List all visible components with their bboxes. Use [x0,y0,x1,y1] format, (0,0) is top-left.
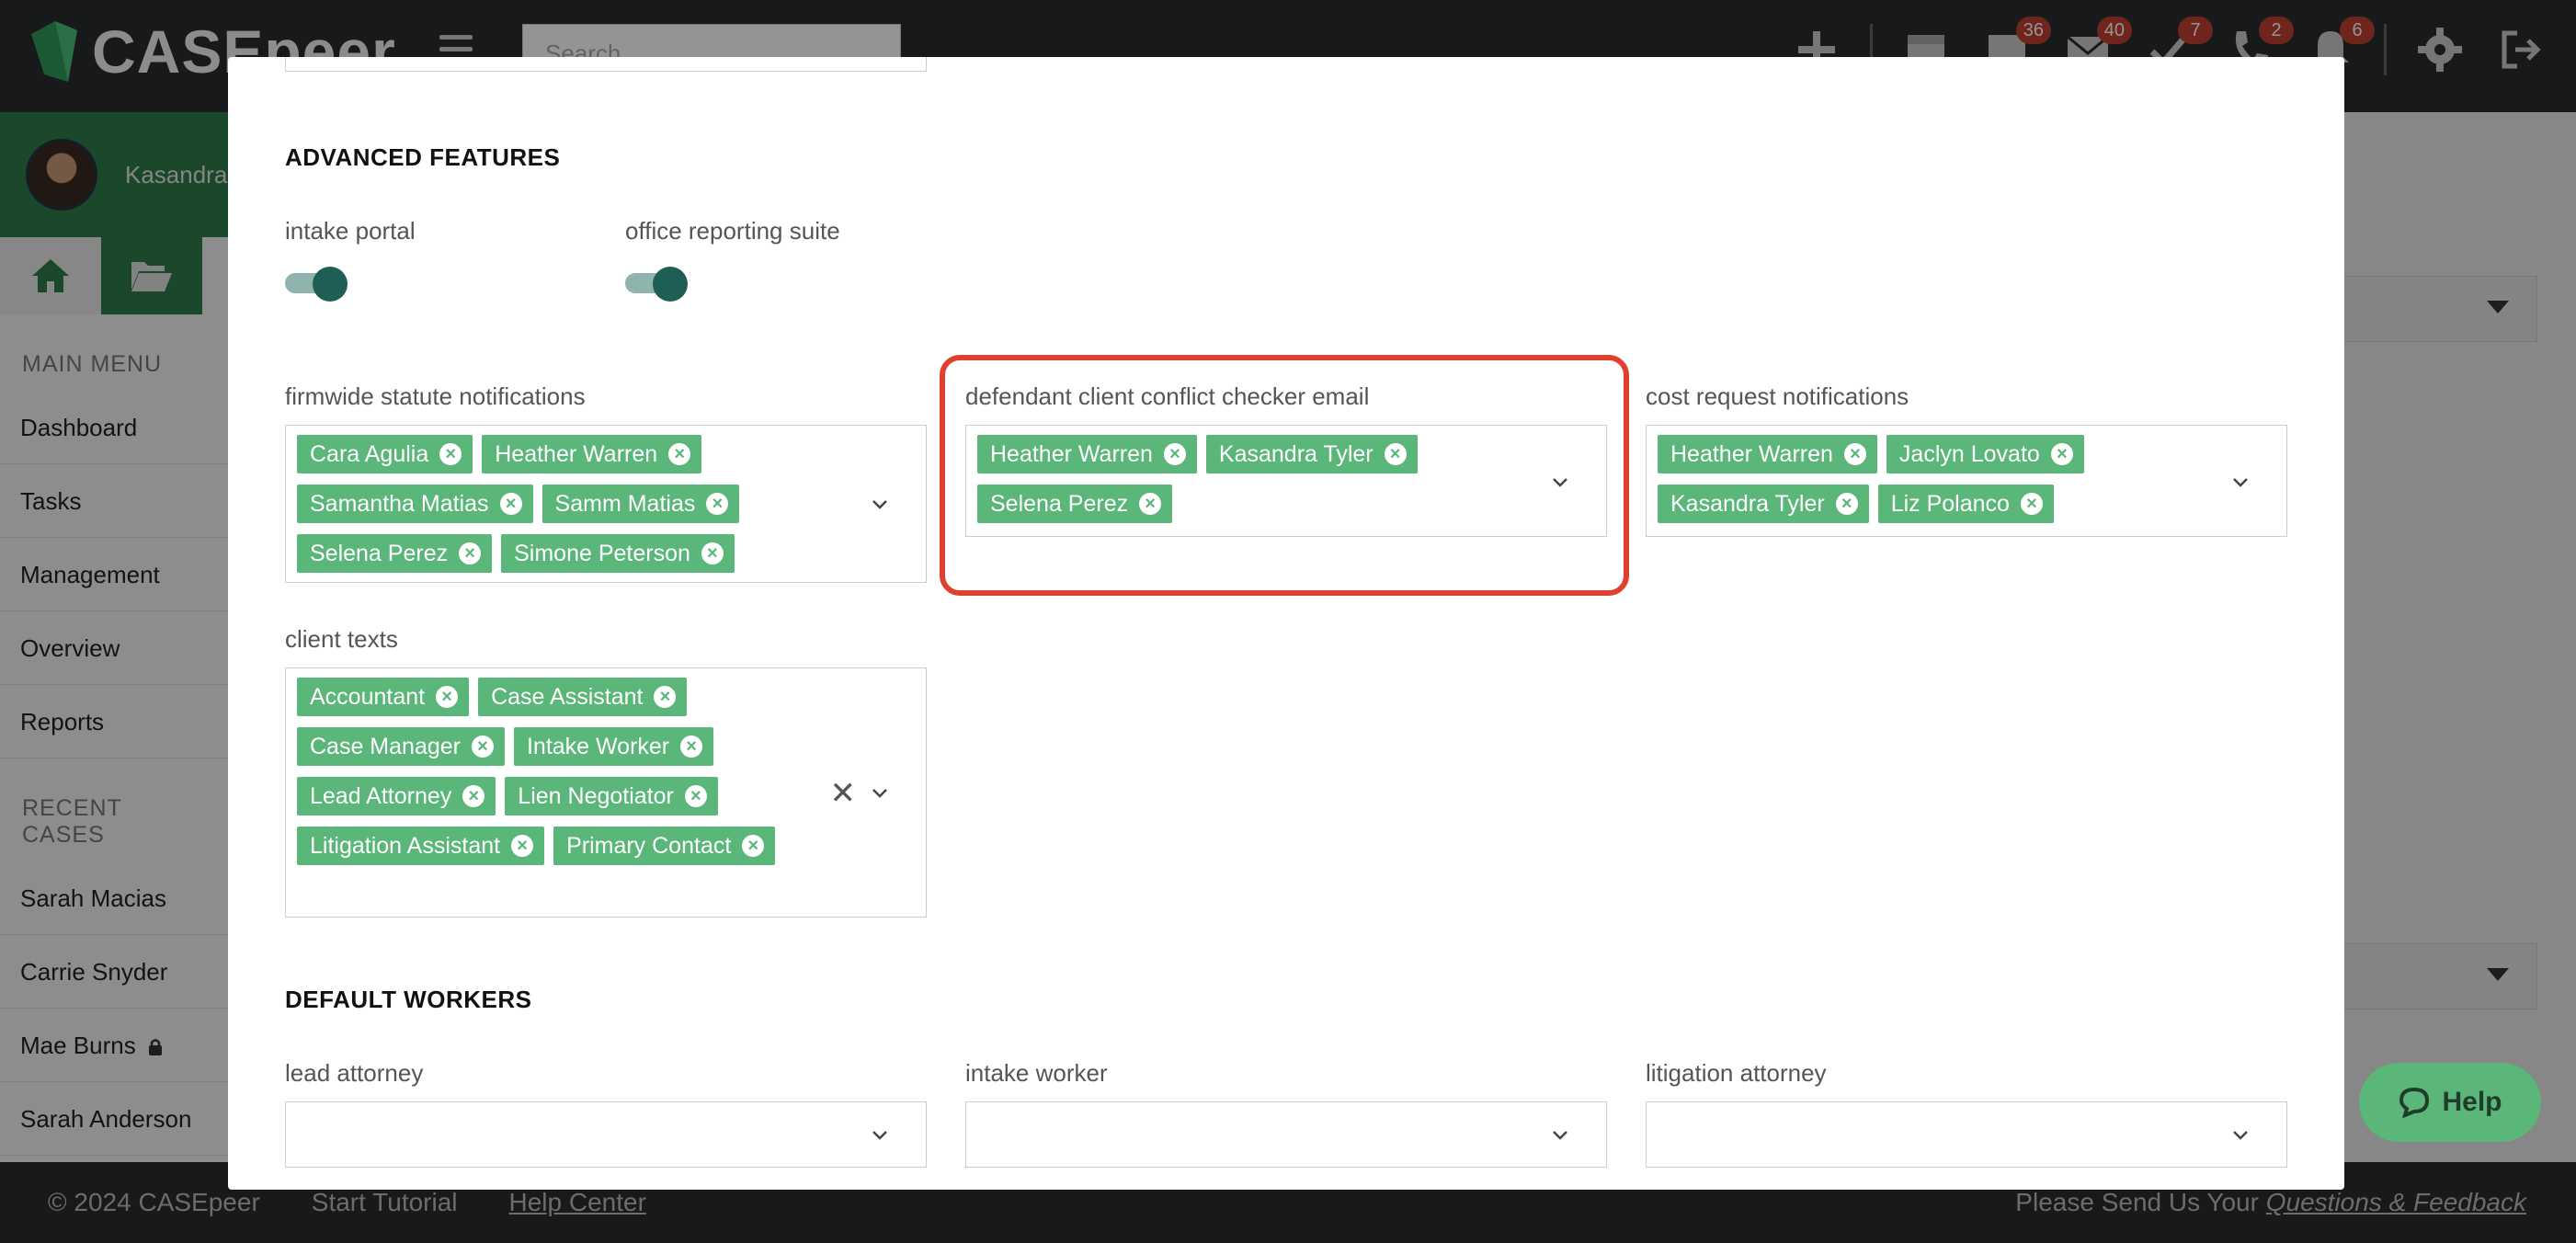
tag: Liz Polanco × [1877,485,2054,523]
remove-tag-icon[interactable]: × [1843,443,1866,465]
intake-worker-select[interactable] [965,1101,1607,1168]
cost-request-select[interactable]: Heather Warren × Jaclyn Lovato × Kasandra … [1646,425,2287,537]
chevron-down-icon[interactable] [2229,472,2251,494]
tag: Selena Perez × [297,534,493,573]
tag: Case Assistant × [478,678,688,716]
tag: Jaclyn Lovato × [1886,435,2084,473]
intake-worker-label: intake worker [965,1059,1108,1087]
remove-tag-icon[interactable]: × [499,493,522,515]
remove-tag-icon[interactable]: × [701,542,724,564]
tag: Heather Warren × [482,435,702,473]
scrolled-field [285,57,927,72]
remove-tag-icon[interactable]: × [459,542,482,564]
firmwide-tags: Cara Agulia × Heather Warren × Samantha Ma… [297,435,849,573]
cost-request-label: cost request notifications [1646,382,1909,410]
remove-tag-icon[interactable]: × [684,785,707,807]
intake-portal-toggle[interactable] [285,265,349,302]
lead-attorney-label: lead attorney [285,1059,424,1087]
tag: Cara Agulia × [297,435,473,473]
remove-tag-icon[interactable]: × [2050,443,2073,465]
remove-tag-icon[interactable]: × [439,443,462,465]
tag: Primary Contact × [553,827,776,865]
chevron-down-icon[interactable] [869,1124,891,1146]
lead-attorney-select[interactable] [285,1101,927,1168]
tag: Lien Negotiator × [505,777,718,815]
tag: Heather Warren × [1658,435,1877,473]
remove-tag-icon[interactable]: × [742,835,765,857]
remove-tag-icon[interactable]: × [1835,493,1858,515]
chevron-down-icon[interactable] [1549,1124,1571,1146]
remove-tag-icon[interactable]: × [471,736,494,758]
advanced-features-title: ADVANCED FEATURES [285,143,561,171]
remove-tag-icon[interactable]: × [2020,493,2043,515]
remove-tag-icon[interactable]: × [462,785,485,807]
cost-request-tags: Heather Warren × Jaclyn Lovato × Kasandra … [1658,435,2209,523]
remove-tag-icon[interactable]: × [706,493,729,515]
settings-modal: ADVANCED FEATURES intake portal office r… [228,57,2344,1190]
chevron-down-icon[interactable] [869,494,891,516]
tag: Simone Peterson × [501,534,735,573]
litigation-attorney-select[interactable] [1646,1101,2287,1168]
intake-portal-label: intake portal [285,217,416,245]
chevron-down-icon[interactable] [2229,1124,2251,1146]
tag: Lead Attorney × [297,777,496,815]
office-reporting-toggle[interactable] [625,265,690,302]
remove-tag-icon[interactable]: × [511,835,534,857]
litigation-attorney-label: litigation attorney [1646,1059,1827,1087]
remove-tag-icon[interactable]: × [680,736,703,758]
client-texts-label: client texts [285,625,398,653]
clear-all-icon[interactable]: ✕ [830,775,857,812]
tag: Samantha Matias × [297,485,533,523]
client-texts-select[interactable]: Accountant × Case Assistant × Case Manager… [285,667,927,918]
tag: Kasandra Tyler × [1658,485,1869,523]
tag: Case Manager × [297,727,505,766]
help-button[interactable]: Help [2359,1063,2541,1142]
highlight-box [940,355,1629,596]
office-reporting-label: office reporting suite [625,217,840,245]
tag: Accountant × [297,678,470,716]
help-label: Help [2442,1087,2502,1117]
tag: Litigation Assistant × [297,827,545,865]
chevron-down-icon[interactable] [869,782,891,804]
tag: Samm Matias × [541,485,740,523]
client-texts-tags: Accountant × Case Assistant × Case Manager… [297,678,793,865]
remove-tag-icon[interactable]: × [654,686,677,708]
remove-tag-icon[interactable]: × [436,686,459,708]
chat-bubble-icon [2399,1087,2430,1119]
firmwide-select[interactable]: Cara Agulia × Heather Warren × Samantha Ma… [285,425,927,583]
default-workers-title: DEFAULT WORKERS [285,986,532,1013]
remove-tag-icon[interactable]: × [668,443,691,465]
firmwide-label: firmwide statute notifications [285,382,586,410]
tag: Intake Worker × [513,727,714,766]
